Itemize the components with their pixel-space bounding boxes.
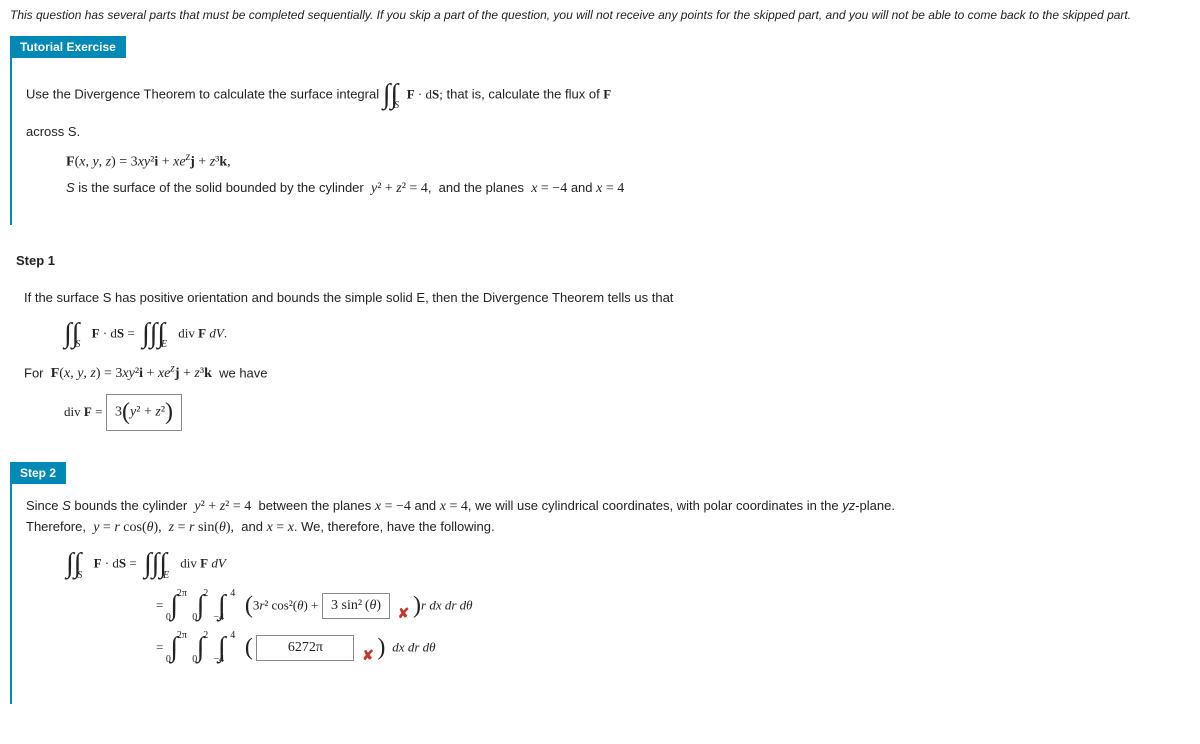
step2-text1: Since S bounds the cylinder y² + z² = 4 … (26, 496, 926, 538)
step2-answer2-box[interactable]: 6272π (256, 635, 354, 661)
tutorial-exercise-block: Tutorial Exercise Use the Divergence The… (10, 36, 1190, 225)
step-2-block: Step 2 Since S bounds the cylinder y² + … (10, 462, 1190, 704)
step1-answer-box[interactable]: 3(y² + z²) (106, 394, 182, 431)
divergence-theorem-eq: ∫∫S F · dS = ∫∫∫E div F dV. (64, 318, 924, 350)
incorrect-icon: ✘ (362, 647, 374, 663)
step2-line1: = ∫02π ∫02 ∫−44 (3r² cos²(θ) + 3 sin² (θ… (156, 590, 926, 622)
surface-definition: S is the surface of the solid bounded by… (66, 178, 1076, 199)
tutorial-prompt: Use the Divergence Theorem to calculate … (26, 74, 1076, 116)
step2-line2: = ∫02π ∫02 ∫−44 ( 6272π ✘ ) dx dr dθ (156, 632, 926, 664)
tutorial-across: across S. (26, 122, 1076, 142)
div-f-line: div F = 3(y² + z²) (64, 394, 924, 431)
step2-answer1-box[interactable]: 3 sin² (θ) (322, 593, 390, 619)
vector-field-definition: F(x, y, z) = 3xy²i + xezj + z³k, (66, 148, 1076, 173)
tutorial-header: Tutorial Exercise (10, 36, 126, 58)
step1-text2: For F(x, y, z) = 3xy²i + xezj + z³k we h… (24, 360, 924, 385)
incorrect-icon: ✘ (398, 605, 410, 621)
step1-text1: If the surface S has positive orientatio… (24, 288, 924, 308)
step-1-label: Step 1 (16, 253, 1190, 268)
step-2-label: Step 2 (10, 462, 66, 484)
sequential-warning: This question has several parts that mus… (10, 8, 1190, 22)
step-1-block: Step 1 If the surface S has positive ori… (10, 253, 1190, 447)
flux-equals-triple: ∫∫S F · dS = ∫∫∫E div F dV (66, 548, 926, 580)
